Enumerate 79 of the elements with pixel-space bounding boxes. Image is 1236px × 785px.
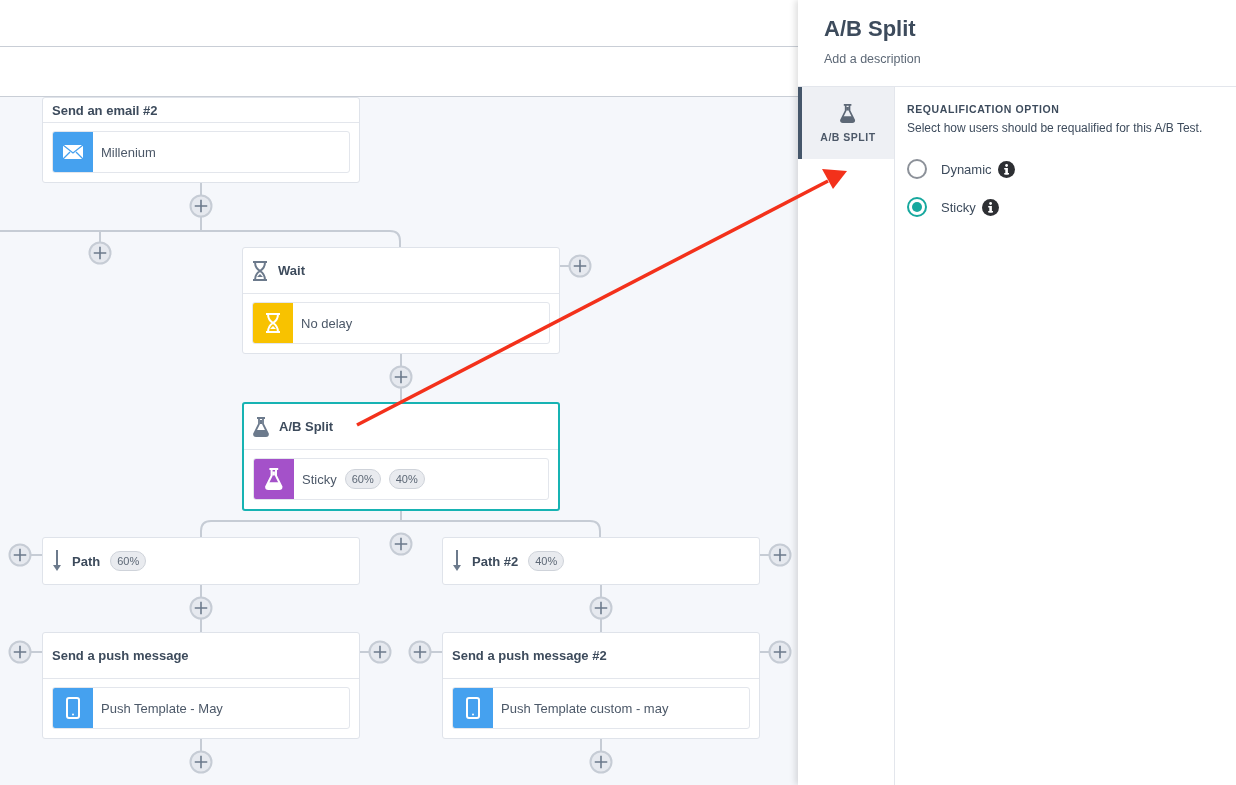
plus-icon [13, 645, 27, 659]
node-title: Path [72, 553, 101, 569]
plus-icon [93, 246, 107, 260]
percent-badge: 60% [344, 469, 381, 489]
node-title: Wait [278, 263, 305, 278]
hourglass-icon [265, 313, 281, 333]
plus-icon [394, 537, 408, 551]
add-step-button[interactable] [389, 365, 413, 389]
node-title: Path #2 [472, 553, 519, 569]
envelope-icon [62, 144, 84, 160]
node-item[interactable]: Millenium [52, 131, 350, 173]
plus-icon [594, 601, 608, 615]
workflow-node[interactable]: Wait No delay [242, 247, 560, 354]
add-step-button[interactable] [568, 254, 592, 278]
add-step-button[interactable] [768, 543, 792, 567]
arrow-down-icon [452, 550, 462, 572]
node-item[interactable]: Sticky 60% 40% [253, 458, 549, 500]
node-item[interactable]: Push Template - May [52, 687, 350, 729]
plus-icon [573, 259, 587, 273]
section-text: Select how users should be requalified for this A/B Test. [907, 121, 1203, 135]
percent-badge: 40% [388, 469, 425, 489]
item-label: Millenium [101, 144, 156, 160]
workflow-node[interactable]: Send an email #2 Millenium [42, 97, 360, 183]
workflow-node[interactable]: Send a push message #2 Push Template custom - may [442, 632, 760, 739]
node-title: Send a push message #2 [452, 648, 607, 663]
workflow-node[interactable]: Path #2 40% [442, 537, 760, 585]
add-step-button[interactable] [8, 640, 32, 664]
add-step-button[interactable] [88, 241, 112, 265]
plus-icon [194, 755, 208, 769]
plus-icon [773, 548, 787, 562]
info-icon[interactable] [981, 198, 999, 216]
side-tab[interactable]: A/B SPLIT [798, 87, 894, 159]
info-icon[interactable] [997, 160, 1015, 178]
node-item[interactable]: Push Template custom - may [452, 687, 750, 729]
item-label: Push Template custom - may [501, 700, 669, 716]
arrow-down-icon [52, 550, 62, 572]
item-label: Sticky [302, 471, 337, 487]
workflow-node[interactable]: A/B Split Sticky 60% 40% [242, 402, 560, 511]
item-label: No delay [301, 315, 353, 331]
add-step-button[interactable] [368, 640, 392, 664]
option-label: Sticky [941, 199, 976, 215]
item-label: Push Template - May [101, 700, 223, 716]
plus-icon [413, 645, 427, 659]
plus-icon [13, 548, 27, 562]
plus-icon [194, 601, 208, 615]
add-step-button[interactable] [589, 750, 613, 774]
plus-icon [773, 645, 787, 659]
phone-icon [66, 697, 80, 719]
add-step-button[interactable] [189, 194, 213, 218]
radio-button[interactable] [907, 159, 927, 179]
phone-icon [466, 697, 480, 719]
add-step-button[interactable] [768, 640, 792, 664]
add-step-button[interactable] [389, 532, 413, 556]
panel-title: A/B Split [824, 16, 917, 42]
plus-icon [594, 755, 608, 769]
node-item[interactable]: No delay [252, 302, 550, 344]
description-link[interactable]: Add a description [824, 52, 1210, 66]
node-title: Send a push message [52, 648, 189, 663]
node-title: Send an email #2 [52, 102, 158, 118]
flask-icon [253, 416, 269, 437]
plus-icon [194, 199, 208, 213]
workflow-node[interactable]: Path 60% [42, 537, 360, 585]
percent-badge: 60% [110, 551, 147, 571]
workflow-node[interactable]: Send a push message Push Template - May [42, 632, 360, 739]
plus-icon [373, 645, 387, 659]
option-label: Dynamic [941, 161, 992, 177]
flask-icon [265, 468, 283, 490]
section-heading: REQUALIFICATION OPTION [907, 103, 1061, 115]
add-step-button[interactable] [408, 640, 432, 664]
node-title: A/B Split [279, 419, 334, 434]
plus-icon [394, 370, 408, 384]
add-step-button[interactable] [189, 750, 213, 774]
hourglass-icon [252, 260, 268, 281]
add-step-button[interactable] [8, 543, 32, 567]
radio-button[interactable] [907, 197, 927, 217]
flask-icon [840, 103, 856, 123]
percent-badge: 40% [528, 551, 565, 571]
add-step-button[interactable] [589, 596, 613, 620]
add-step-button[interactable] [189, 596, 213, 620]
